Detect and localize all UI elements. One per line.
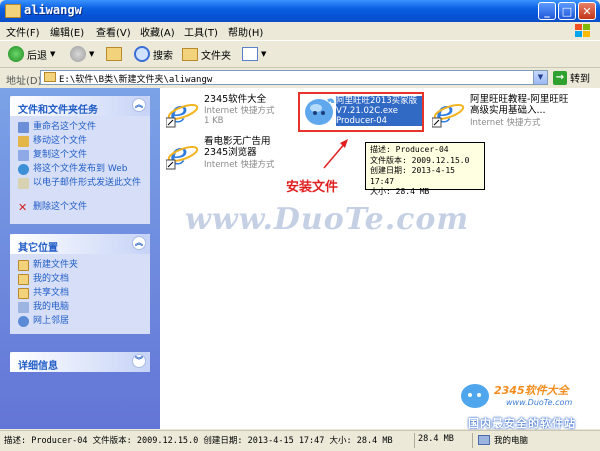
address-input[interactable]: E:\软件\B类\新建文件夹\aliwangw ▼ [40,70,548,85]
ie-shortcut-icon: e [166,95,199,128]
place-my-computer[interactable]: 我的电脑 [18,302,146,313]
windows-logo-icon [575,24,590,37]
panel-header[interactable]: 详细信息 ︾ [10,352,150,372]
folders-button[interactable]: 文件夹 [182,45,231,63]
details-panel: 详细信息 ︾ [10,352,150,372]
chevron-down-icon: ▼ [89,50,95,58]
other-places-panel: 其它位置 ︽ 新建文件夹 我的文档 共享文档 我的电脑 网上邻居 [10,234,150,334]
close-button[interactable]: ✕ [578,2,596,20]
file-tasks-panel: 文件和文件夹任务 ︽ 重命名这个文件 移动这个文件 复制这个文件 将这个文件发布… [10,96,150,224]
rename-icon [18,122,29,133]
up-folder-button[interactable] [106,45,122,63]
menu-bar: 文件(F) 编辑(E) 查看(V) 收藏(A) 工具(T) 帮助(H) [0,22,600,41]
computer-icon [478,435,490,445]
address-label: 地址(D) [6,76,42,87]
shared-folder-icon [18,288,29,299]
collapse-icon[interactable]: ︽ [132,236,146,250]
back-button[interactable]: 后退 ▼ [8,45,55,63]
panel-header[interactable]: 其它位置 ︽ [10,234,150,254]
task-move[interactable]: 移动这个文件 [18,136,146,147]
panel-header[interactable]: 文件和文件夹任务 ︽ [10,96,150,116]
maximize-button[interactable]: □ [558,2,576,20]
network-icon [18,316,29,327]
task-delete[interactable]: ✕ 删除这个文件 [18,202,146,213]
watermark: www.DuoTe.com [185,202,470,237]
search-icon [134,46,150,62]
task-pane: 文件和文件夹任务 ︽ 重命名这个文件 移动这个文件 复制这个文件 将这个文件发布… [0,88,160,429]
computer-icon [18,302,29,313]
address-bar: 地址(D) E:\软件\B类\新建文件夹\aliwangw ▼ → 转到 [0,68,600,89]
status-size: 28.4 MB [418,434,454,444]
up-folder-icon [106,47,122,61]
place-shared-documents[interactable]: 共享文档 [18,288,146,299]
forward-button[interactable]: ▼ [70,45,94,63]
back-arrow-icon [8,46,24,62]
menu-help[interactable]: 帮助(H) [228,24,263,39]
file-tooltip: 描述: Producer-04 文件版本: 2009.12.15.0 创建日期:… [365,142,485,196]
site-logo: 2345软件大全 www.DuoTe.com 国内最安全的软件站 [458,378,600,430]
chevron-down-icon[interactable]: ▼ [533,71,547,84]
menu-tools[interactable]: 工具(T) [184,24,218,39]
folder-icon [18,260,29,271]
ie-shortcut-icon: e [166,137,199,170]
task-publish-web[interactable]: 将这个文件发布到 Web [18,164,146,175]
globe-icon [18,164,29,175]
email-icon [18,178,29,189]
search-button[interactable]: 搜索 [134,45,173,63]
status-location: 我的电脑 [494,436,529,446]
address-path: E:\软件\B类\新建文件夹\aliwangw [59,75,213,85]
chevron-down-icon: ▼ [50,50,56,58]
folder-icon [5,4,21,18]
menu-view[interactable]: 查看(V) [96,24,131,39]
task-email[interactable]: 以电子邮件形式发送此文件 [18,178,146,189]
place-new-folder[interactable]: 新建文件夹 [18,260,146,271]
chevron-down-icon: ▼ [261,50,267,58]
annotation-arrow-icon [323,139,348,169]
logo-mascot-icon [461,384,489,408]
highlight-box [298,92,424,132]
window-title: aliwangw [24,3,82,17]
menu-edit[interactable]: 编辑(E) [50,24,84,39]
folder-icon [182,47,198,61]
ie-shortcut-icon: e [432,95,465,128]
file-item[interactable]: e 看电影无广告用2345浏览器 Internet 快捷方式 [166,134,296,174]
status-info: 描述: Producer-04 文件版本: 2009.12.15.0 创建日期:… [4,436,393,446]
expand-icon[interactable]: ︾ [132,354,146,368]
menu-file[interactable]: 文件(F) [6,24,40,39]
collapse-icon[interactable]: ︽ [132,98,146,112]
go-arrow-icon: → [553,70,567,85]
status-bar: 描述: Producer-04 文件版本: 2009.12.15.0 创建日期:… [0,430,600,451]
views-button[interactable]: ▼ [242,45,266,63]
file-item[interactable]: e 阿里旺旺教程-阿里旺旺高级实用基础入... Internet 快捷方式 [432,92,572,132]
move-icon [18,136,29,147]
minimize-button[interactable]: _ [538,2,556,20]
annotation-label: 安装文件 [286,180,339,195]
views-icon [242,47,258,61]
folder-icon [44,72,56,82]
title-bar[interactable]: aliwangw _ □ ✕ [0,0,600,22]
documents-folder-icon [18,274,29,285]
menu-favorites[interactable]: 收藏(A) [140,24,175,39]
forward-arrow-icon [70,46,86,62]
place-my-documents[interactable]: 我的文档 [18,274,146,285]
toolbar: 后退 ▼ ▼ 搜索 文件夹 ▼ [0,41,600,68]
go-button[interactable]: → 转到 [553,70,590,85]
task-copy[interactable]: 复制这个文件 [18,150,146,161]
copy-icon [18,150,29,161]
delete-icon: ✕ [18,201,28,214]
task-rename[interactable]: 重命名这个文件 [18,122,146,133]
file-item[interactable]: e 2345软件大全 Internet 快捷方式 1 KB [166,92,296,132]
place-network[interactable]: 网上邻居 [18,316,146,327]
